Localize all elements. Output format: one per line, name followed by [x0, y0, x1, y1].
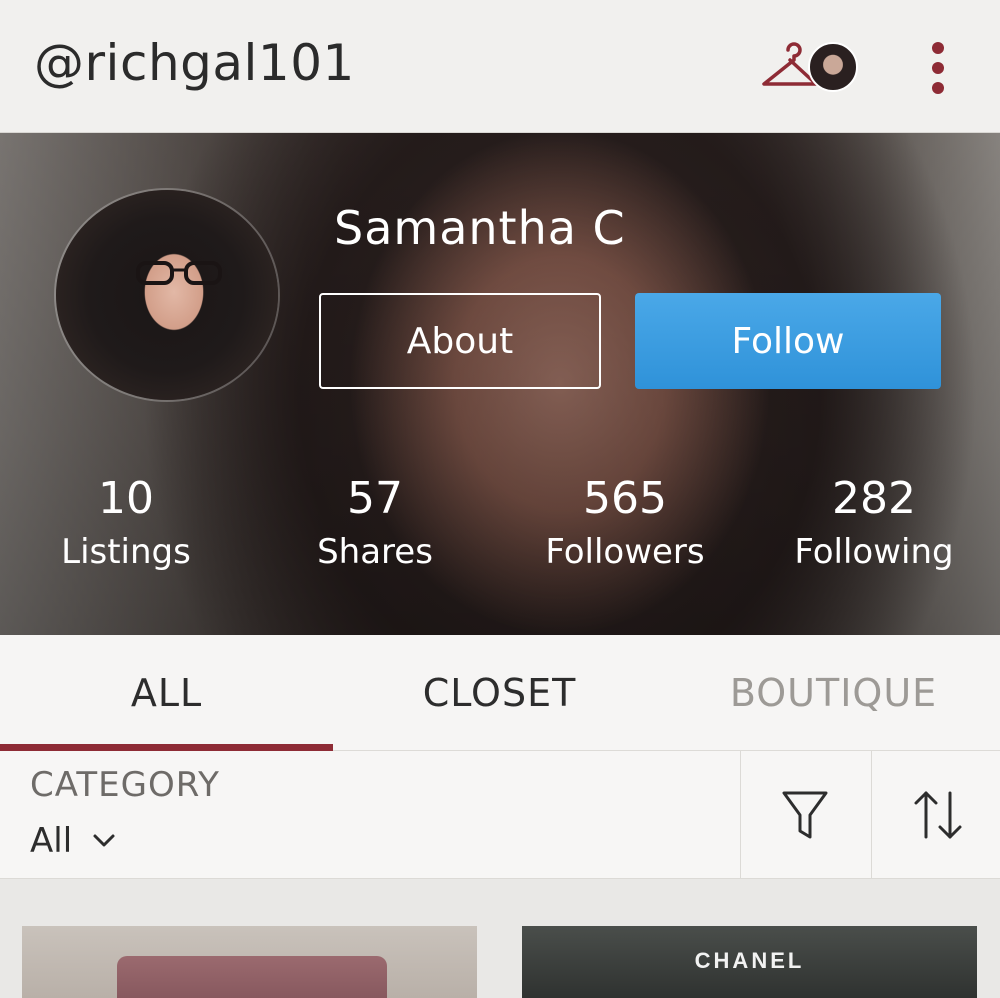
stat-label: Followers: [545, 532, 705, 572]
divider: [871, 751, 872, 879]
stat-shares[interactable]: 57 Shares: [260, 473, 490, 579]
tab-boutique[interactable]: BOUTIQUE: [667, 635, 1000, 751]
tab-all[interactable]: ALL: [0, 635, 333, 751]
active-tab-indicator: [0, 744, 333, 751]
about-button[interactable]: About: [319, 293, 601, 389]
stat-label: Shares: [317, 532, 433, 572]
stat-followers[interactable]: 565 Followers: [510, 473, 740, 579]
stat-label: Listings: [61, 532, 191, 572]
listing-image: [117, 956, 387, 998]
profile-cover: Samantha C About Follow 10 Listings 57 S…: [0, 133, 1000, 635]
profile-name: Samantha C: [334, 201, 626, 255]
listing-tile[interactable]: CHANEL: [522, 926, 977, 998]
stat-listings[interactable]: 10 Listings: [11, 473, 241, 579]
stat-value: 10: [98, 473, 154, 524]
more-vertical-icon[interactable]: [926, 40, 950, 98]
sort-icon[interactable]: [910, 787, 966, 843]
tab-closet[interactable]: CLOSET: [333, 635, 666, 751]
closet-tabs: ALL CLOSET BOUTIQUE: [0, 635, 1000, 751]
stat-value: 57: [347, 473, 403, 524]
category-label: CATEGORY: [30, 765, 220, 805]
top-app-bar: @richgal101: [0, 0, 1000, 133]
category-dropdown[interactable]: All: [30, 821, 72, 861]
stat-following[interactable]: 282 Following: [759, 473, 989, 579]
glasses-detail: [136, 261, 222, 285]
stat-label: Following: [794, 532, 954, 572]
chevron-down-icon[interactable]: [92, 831, 116, 851]
profile-avatar[interactable]: [56, 190, 278, 400]
avatar[interactable]: [808, 42, 858, 92]
follow-button[interactable]: Follow: [635, 293, 941, 389]
profile-screen: @richgal101 Samantha C About Follow 10 L…: [0, 0, 1000, 998]
stat-value: 565: [583, 473, 667, 524]
username-title: @richgal101: [34, 34, 355, 92]
divider: [740, 751, 741, 879]
listing-tile[interactable]: [22, 926, 477, 998]
listing-grid: CHANEL: [0, 879, 1000, 998]
listing-brand-text: CHANEL: [694, 948, 805, 973]
filter-bar: CATEGORY All: [0, 751, 1000, 879]
filter-icon[interactable]: [780, 787, 830, 843]
stat-value: 282: [832, 473, 916, 524]
